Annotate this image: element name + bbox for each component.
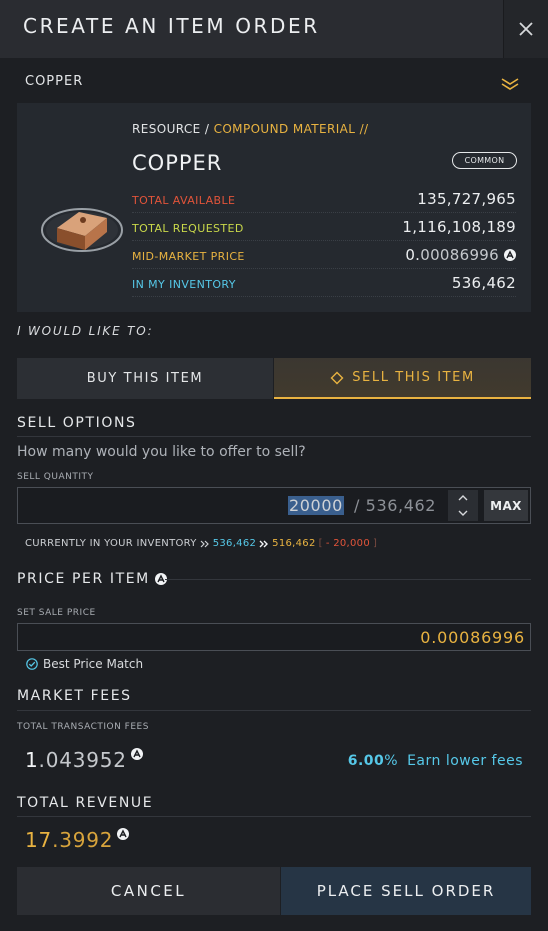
aurum-currency-icon [117, 828, 130, 840]
stat-label: TOTAL AVAILABLE [132, 194, 236, 207]
sell-quantity-label: SELL QUANTITY [17, 472, 94, 482]
stat-value: 1,116,108,189 [402, 218, 516, 236]
price-major: 0. [405, 246, 421, 264]
check-circle-icon [26, 658, 38, 670]
copper-bar-icon [41, 208, 123, 252]
breadcrumb-subcategory[interactable]: COMPOUND MATERIAL // [214, 122, 369, 136]
stat-value: 536,462 [451, 274, 516, 292]
place-sell-order-button[interactable]: PLACE SELL ORDER [281, 867, 531, 915]
sell-question: How many would you like to offer to sell… [17, 444, 306, 460]
inventory-delta-open: [ [318, 538, 323, 549]
intent-heading: I WOULD LIKE TO: [17, 324, 154, 338]
stat-label: MID-MARKET PRICE [132, 250, 245, 263]
set-sale-price-label: SET SALE PRICE [17, 608, 96, 618]
stat-mid-market-price: MID-MARKET PRICE 0.00086996 [132, 245, 516, 269]
close-button[interactable] [503, 0, 548, 58]
dialog-header: CREATE AN ITEM ORDER [0, 0, 548, 58]
transaction-fees-label: TOTAL TRANSACTION FEES [17, 722, 149, 732]
cancel-button[interactable]: CANCEL [17, 867, 280, 915]
divider [17, 816, 531, 817]
breadcrumb-category[interactable]: RESOURCE [132, 122, 201, 136]
resource-dropdown-value: COPPER [25, 74, 84, 89]
price-heading: PRICE PER ITEM [17, 571, 167, 587]
divider [165, 579, 531, 580]
revenue-minor: .3992 [52, 828, 114, 852]
inventory-delta-close: ] [373, 538, 378, 549]
stat-label: TOTAL REQUESTED [132, 222, 244, 235]
best-price-match-label: Best Price Match [43, 657, 144, 671]
total-revenue-heading: TOTAL REVENUE [17, 795, 154, 811]
inventory-delta: - 20,000 [325, 538, 370, 549]
best-price-match-checkbox[interactable]: Best Price Match [26, 657, 143, 671]
stat-value: 0.00086996 [405, 246, 516, 264]
dialog-title: CREATE AN ITEM ORDER [23, 14, 320, 38]
breadcrumb: RESOURCE / COMPOUND MATERIAL // [132, 122, 368, 136]
item-title: COPPER [132, 151, 223, 175]
arrow-up-icon[interactable] [457, 494, 469, 502]
divider [17, 710, 531, 711]
stat-total-available: TOTAL AVAILABLE 135,727,965 [132, 189, 516, 213]
earn-lower-fees-link[interactable]: Earn lower fees [407, 753, 523, 769]
fee-percent-value: 6.00 [347, 753, 385, 769]
quantity-stepper[interactable] [448, 490, 478, 521]
stat-value: 135,727,965 [417, 190, 516, 208]
tab-buy[interactable]: BUY THIS ITEM [17, 358, 273, 399]
tab-buy-label: BUY THIS ITEM [86, 371, 204, 386]
fee-minor: .043952 [38, 748, 127, 772]
sale-price-input[interactable]: 0.00086996 [17, 623, 531, 651]
aurum-currency-icon [130, 748, 143, 760]
tab-sell-label: SELL THIS ITEM [352, 370, 475, 385]
aurum-currency-icon [504, 249, 516, 261]
diamond-icon [330, 371, 344, 384]
fee-percent: 6.00% Earn lower fees [348, 753, 523, 769]
sell-quantity-field[interactable]: 20000 / 536,462 MAX [17, 487, 531, 524]
fee-major: 1 [25, 748, 39, 772]
close-icon [519, 22, 533, 36]
double-chevron-right-icon [259, 540, 269, 547]
sale-price-value: 0.00086996 [420, 628, 525, 647]
tab-sell[interactable]: SELL THIS ITEM [274, 358, 531, 399]
transaction-fees-value: 1.043952 [25, 748, 143, 772]
sell-quantity-max-text: / 536,462 [354, 496, 437, 515]
inventory-current: 536,462 [212, 538, 257, 549]
resource-dropdown[interactable]: COPPER [0, 64, 548, 102]
total-revenue-value: 17.3992 [25, 828, 130, 852]
stat-in-my-inventory: IN MY INVENTORY 536,462 [132, 273, 516, 297]
rarity-badge: COMMON [452, 152, 517, 169]
sell-quantity-value[interactable]: 20000 [288, 496, 344, 515]
price-minor: 00086996 [420, 246, 499, 264]
chevron-down-icon [501, 78, 519, 90]
market-fees-heading: MARKET FEES [17, 688, 132, 704]
intent-tabs: BUY THIS ITEM SELL THIS ITEM [17, 358, 531, 399]
item-card: RESOURCE / COMPOUND MATERIAL // COPPER C… [17, 103, 531, 312]
sell-options-heading: SELL OPTIONS [17, 415, 137, 431]
price-heading-text: PRICE PER ITEM [17, 571, 150, 587]
max-button[interactable]: MAX [484, 490, 528, 521]
stat-total-requested: TOTAL REQUESTED 1,116,108,189 [132, 217, 516, 241]
arrow-down-icon[interactable] [457, 509, 469, 517]
divider [17, 436, 531, 437]
revenue-major: 17 [25, 828, 53, 852]
fee-percent-sign: % [384, 753, 399, 769]
inventory-line: CURRENTLY IN YOUR INVENTORY 536,462 516,… [25, 538, 377, 549]
inventory-after: 516,462 [272, 538, 316, 549]
inventory-label: CURRENTLY IN YOUR INVENTORY [25, 538, 197, 549]
double-chevron-right-icon [200, 540, 209, 547]
breadcrumb-separator: / [204, 122, 210, 136]
stat-label: IN MY INVENTORY [132, 278, 236, 291]
